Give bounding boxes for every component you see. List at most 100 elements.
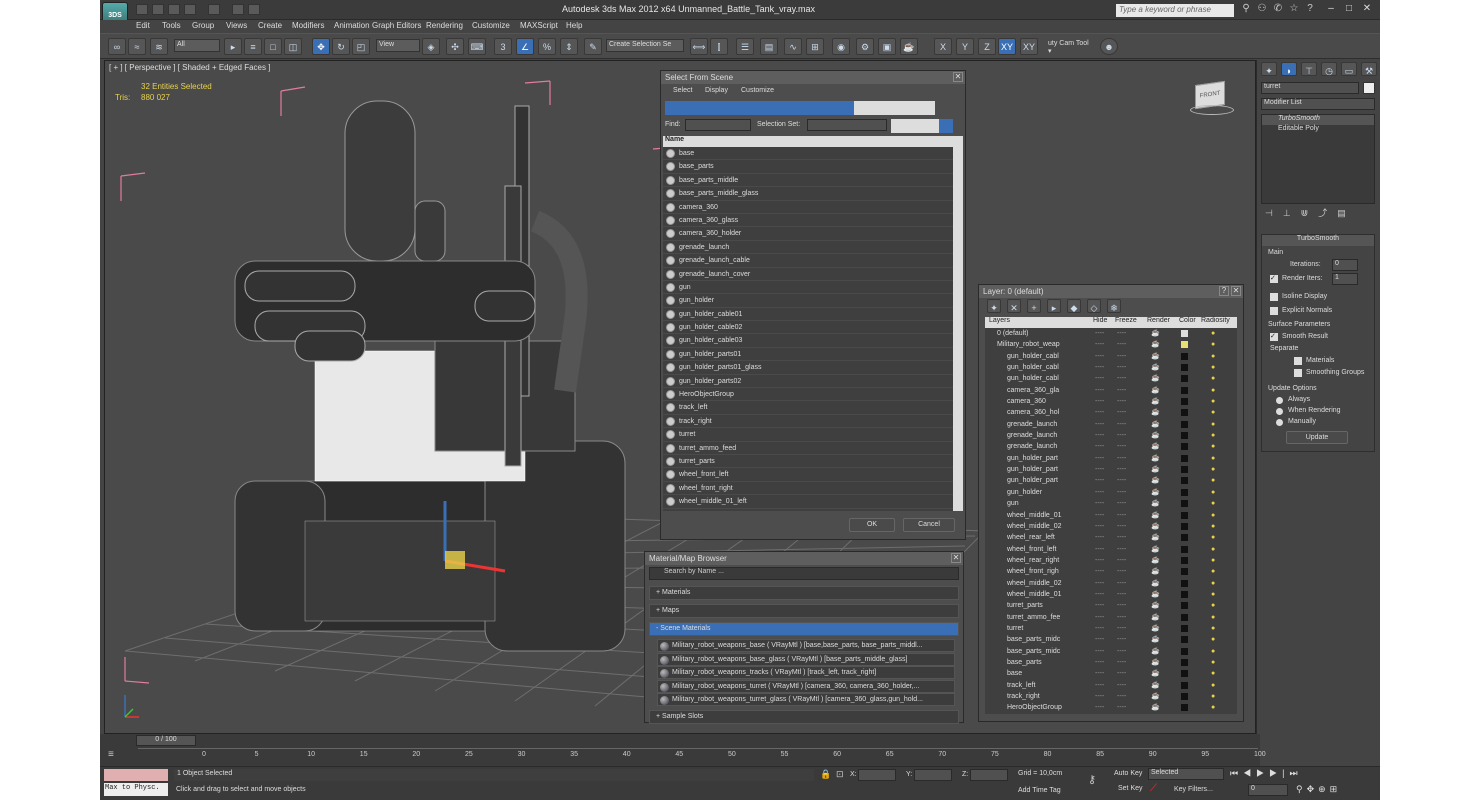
- render-teapot-icon[interactable]: ☕: [1151, 544, 1160, 555]
- layer-color-swatch[interactable]: [1181, 466, 1188, 474]
- layer-object-row[interactable]: gun_holder_part ---- ---- ☕ ●: [985, 453, 1237, 464]
- layer-object-row[interactable]: gun_holder_cabl ---- ---- ☕ ●: [985, 351, 1237, 362]
- layer-color-swatch[interactable]: [1181, 330, 1188, 337]
- render-teapot-icon[interactable]: ☕: [1151, 589, 1160, 600]
- max-to-physc-field[interactable]: Max to Physc.: [104, 783, 168, 796]
- render-teapot-icon[interactable]: ☕: [1151, 657, 1160, 668]
- hide-toggle[interactable]: ----: [1095, 464, 1104, 475]
- sfs-scrollbar[interactable]: [953, 136, 963, 511]
- scene-material-item[interactable]: Military_robot_weapons_tracks ( VRayMtl …: [657, 666, 955, 679]
- freeze-toggle[interactable]: ----: [1117, 578, 1126, 589]
- cancel-button[interactable]: Cancel: [903, 518, 955, 532]
- axis-y-button[interactable]: Y: [956, 38, 974, 55]
- scene-object-row[interactable]: grenade_launch_cable: [663, 254, 953, 268]
- hide-toggle[interactable]: ----: [1095, 328, 1104, 339]
- selection-set-dropdown[interactable]: [807, 119, 887, 131]
- isoline-checkbox[interactable]: [1270, 293, 1278, 301]
- hierarchy-tab-icon[interactable]: ⊤: [1301, 62, 1317, 76]
- layer-color-swatch[interactable]: [1181, 522, 1188, 530]
- scene-object-row[interactable]: base_parts_middle: [663, 174, 953, 188]
- radiosity-icon[interactable]: ●: [1211, 430, 1215, 441]
- layer-object-row[interactable]: wheel_middle_02 ---- ---- ☕ ●: [985, 521, 1237, 532]
- update-button[interactable]: Update: [1286, 431, 1348, 444]
- col-freeze[interactable]: Freeze: [1115, 317, 1137, 324]
- radiosity-icon[interactable]: ●: [1211, 634, 1215, 645]
- hide-toggle[interactable]: ----: [1095, 646, 1104, 657]
- radiosity-icon[interactable]: ●: [1211, 600, 1215, 611]
- freeze-toggle[interactable]: ----: [1117, 600, 1126, 611]
- maximize-button[interactable]: □: [1340, 2, 1358, 16]
- freeze-toggle[interactable]: ----: [1117, 487, 1126, 498]
- lock-selection-icon[interactable]: 🔒: [820, 769, 831, 780]
- mirror-icon[interactable]: ⟺: [690, 38, 708, 55]
- radiosity-icon[interactable]: ●: [1211, 680, 1215, 691]
- x-coordinate-field[interactable]: [858, 769, 896, 781]
- freeze-toggle[interactable]: ----: [1117, 385, 1126, 396]
- menu-group[interactable]: Group: [192, 21, 214, 30]
- scene-object-row[interactable]: gun_holder_cable01: [663, 308, 953, 322]
- freeze-toggle[interactable]: ----: [1117, 680, 1126, 691]
- select-and-rotate-icon[interactable]: ↻: [332, 38, 350, 55]
- turbosmooth-title[interactable]: TurboSmooth: [1262, 235, 1374, 246]
- layer-object-row[interactable]: camera_360_gla ---- ---- ☕ ●: [985, 385, 1237, 396]
- layer-object-row[interactable]: camera_360_hol ---- ---- ☕ ●: [985, 407, 1237, 418]
- layer-object-row[interactable]: gun_holder ---- ---- ☕ ●: [985, 487, 1237, 498]
- smoothing-groups-checkbox[interactable]: [1294, 369, 1302, 377]
- freeze-toggle[interactable]: ----: [1117, 396, 1126, 407]
- hide-toggle[interactable]: ----: [1095, 566, 1104, 577]
- freeze-toggle[interactable]: ----: [1117, 646, 1126, 657]
- render-teapot-icon[interactable]: ☕: [1151, 555, 1160, 566]
- layer-color-swatch[interactable]: [1181, 443, 1188, 451]
- close-button[interactable]: ✕: [1358, 2, 1376, 16]
- freeze-toggle[interactable]: ----: [1117, 634, 1126, 645]
- render-teapot-icon[interactable]: ☕: [1151, 339, 1160, 350]
- layer-color-swatch[interactable]: [1181, 647, 1188, 655]
- render-teapot-icon[interactable]: ☕: [1151, 328, 1160, 339]
- select-highlighted-icon[interactable]: ▸: [1047, 299, 1061, 313]
- hide-toggle[interactable]: ----: [1095, 544, 1104, 555]
- select-and-manipulate-icon[interactable]: ✣: [446, 38, 464, 55]
- time-slider[interactable]: 0 / 100: [136, 735, 196, 746]
- scene-object-row[interactable]: gun_holder_parts01_glass: [663, 361, 953, 375]
- pivot-center-icon[interactable]: ◈: [422, 38, 440, 55]
- layer-color-swatch[interactable]: [1181, 568, 1188, 576]
- render-teapot-icon[interactable]: ☕: [1151, 600, 1160, 611]
- sfs-menu-customize[interactable]: Customize: [741, 87, 774, 94]
- radiosity-icon[interactable]: ●: [1211, 339, 1215, 350]
- reference-coordinate-dropdown[interactable]: View: [376, 39, 420, 52]
- menu-graph-editors[interactable]: Graph Editors: [372, 21, 421, 30]
- named-selection-sets-dropdown[interactable]: Create Selection Se: [606, 39, 684, 52]
- select-and-scale-icon[interactable]: ◰: [352, 38, 370, 55]
- layer-object-row[interactable]: gun_holder_part ---- ---- ☕ ●: [985, 464, 1237, 475]
- radiosity-icon[interactable]: ●: [1211, 646, 1215, 657]
- hide-toggle[interactable]: ----: [1095, 419, 1104, 430]
- render-teapot-icon[interactable]: ☕: [1151, 510, 1160, 521]
- render-teapot-icon[interactable]: ☕: [1151, 566, 1160, 577]
- layer-row[interactable]: 0 (default) ---- ---- ☕ ●: [985, 328, 1237, 339]
- render-teapot-icon[interactable]: ☕: [1151, 680, 1160, 691]
- radiosity-icon[interactable]: ●: [1211, 532, 1215, 543]
- layer-color-swatch[interactable]: [1181, 432, 1188, 440]
- hide-toggle[interactable]: ----: [1095, 351, 1104, 362]
- freeze-toggle[interactable]: ----: [1117, 589, 1126, 600]
- layer-object-row[interactable]: turret ---- ---- ☕ ●: [985, 623, 1237, 634]
- render-production-icon[interactable]: ☕: [900, 38, 918, 55]
- modifier-stack[interactable]: TurboSmooth Editable Poly: [1261, 114, 1375, 204]
- when-rendering-radio[interactable]: [1276, 408, 1283, 415]
- axis-xy-button[interactable]: XY: [998, 38, 1016, 55]
- layer-color-swatch[interactable]: [1181, 398, 1188, 406]
- radiosity-icon[interactable]: ●: [1211, 362, 1215, 373]
- hide-toggle[interactable]: ----: [1095, 657, 1104, 668]
- scene-object-row[interactable]: gun: [663, 281, 953, 295]
- percent-snap-icon[interactable]: %: [538, 38, 556, 55]
- layer-color-swatch[interactable]: [1181, 488, 1188, 496]
- scene-object-row[interactable]: track_left: [663, 401, 953, 415]
- layer-object-row[interactable]: gun_holder_part ---- ---- ☕ ●: [985, 475, 1237, 486]
- hide-toggle[interactable]: ----: [1095, 680, 1104, 691]
- menu-edit[interactable]: Edit: [136, 21, 150, 30]
- hide-toggle[interactable]: ----: [1095, 589, 1104, 600]
- scene-material-item[interactable]: Military_robot_weapons_base_glass ( VRay…: [657, 652, 955, 666]
- filter-icons-strip[interactable]: [665, 101, 935, 115]
- radiosity-icon[interactable]: ●: [1211, 657, 1215, 668]
- render-teapot-icon[interactable]: ☕: [1151, 521, 1160, 532]
